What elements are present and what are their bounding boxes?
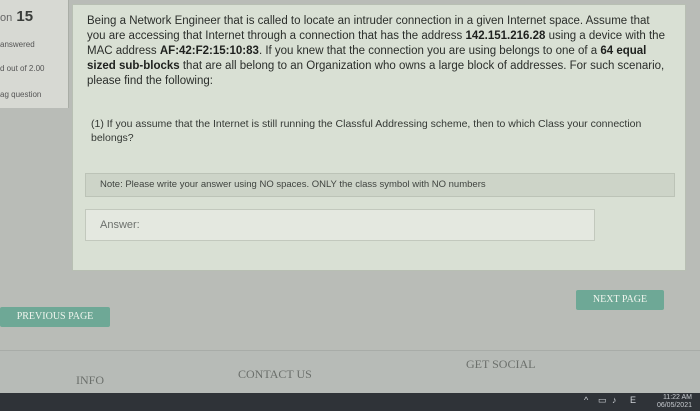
flag-question-link[interactable]: ag question	[0, 90, 41, 99]
tray-chevron-icon[interactable]: ^	[584, 395, 588, 405]
next-page-button[interactable]: NEXT PAGE	[576, 290, 664, 310]
answer-input[interactable]: Answer:	[85, 209, 595, 241]
note-text: Note: Please write your answer using NO …	[100, 179, 486, 190]
question-number: on 15	[0, 8, 34, 25]
battery-icon[interactable]: ▭	[598, 395, 607, 406]
volume-icon[interactable]: ♪	[612, 395, 617, 405]
ip-address: 142.151.216.28	[465, 30, 546, 42]
language-indicator[interactable]: E	[630, 395, 636, 405]
sub-question: (1) If you assume that the Internet is s…	[91, 118, 642, 144]
note-box: Note: Please write your answer using NO …	[85, 173, 675, 197]
mac-address: AF:42:F2:15:10:83	[159, 45, 259, 57]
previous-page-button[interactable]: PREVIOUS PAGE	[0, 307, 110, 327]
question-panel: Being a Network Engineer that is called …	[72, 4, 686, 271]
question-status: answered	[0, 40, 35, 49]
footer-contact-link[interactable]: CONTACT US	[238, 367, 312, 382]
question-marks: d out of 2.00	[0, 64, 45, 73]
footer-social-link[interactable]: GET SOCIAL	[466, 357, 535, 372]
clock[interactable]: 11:22 AM 06/05/2021	[657, 394, 692, 410]
question-info-panel: on 15 answered d out of 2.00 ag question	[0, 0, 69, 108]
answer-placeholder: Answer:	[100, 219, 140, 231]
footer-info-link[interactable]: INFO	[76, 373, 104, 388]
taskbar: ^ ▭ ♪ E 11:22 AM 06/05/2021	[0, 393, 700, 411]
question-text: Being a Network Engineer that is called …	[87, 15, 665, 87]
footer: INFO CONTACT US GET SOCIAL	[0, 350, 700, 394]
